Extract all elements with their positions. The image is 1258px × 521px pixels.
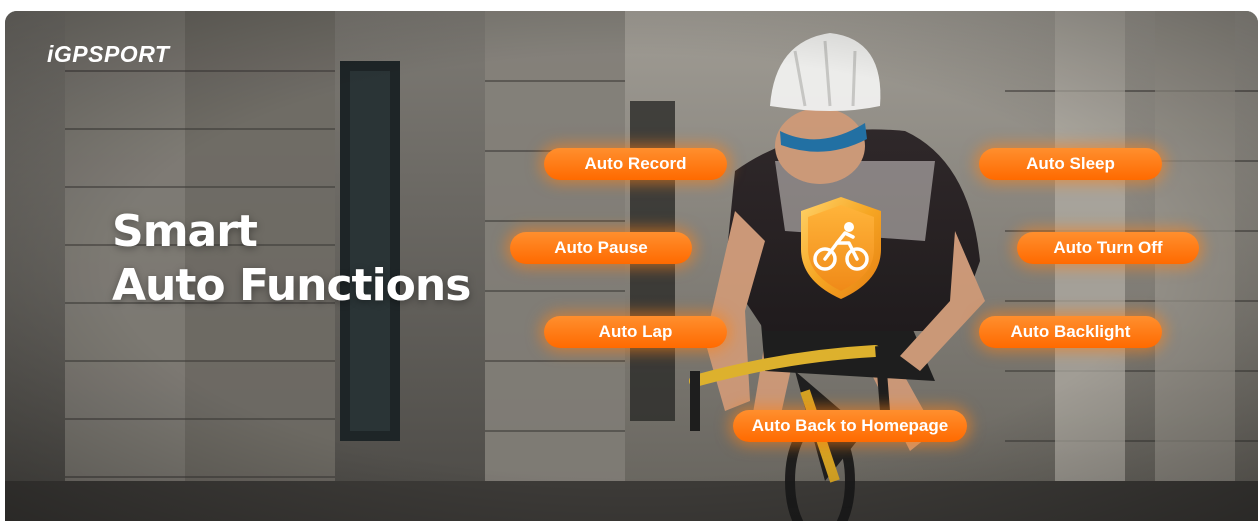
feature-pill-auto-lap: Auto Lap (544, 316, 727, 348)
feature-pill-auto-backlight: Auto Backlight (979, 316, 1162, 348)
feature-pill-auto-turn-off: Auto Turn Off (1017, 232, 1199, 264)
headline-line-2: Auto Functions (112, 260, 471, 311)
feature-pill-auto-sleep: Auto Sleep (979, 148, 1162, 180)
brand-logo: iGPSPORT (47, 41, 170, 67)
feature-pill-auto-back-to-homepage: Auto Back to Homepage (733, 410, 967, 442)
cycling-shield-icon (801, 197, 881, 299)
headline-line-1: Smart (112, 206, 258, 257)
feature-pill-auto-record: Auto Record (544, 148, 727, 180)
headline: Smart Auto Functions (112, 205, 471, 313)
feature-pill-auto-pause: Auto Pause (510, 232, 692, 264)
hero-banner: iGPSPORT Smart Auto Functions Auto Recor… (5, 11, 1258, 521)
